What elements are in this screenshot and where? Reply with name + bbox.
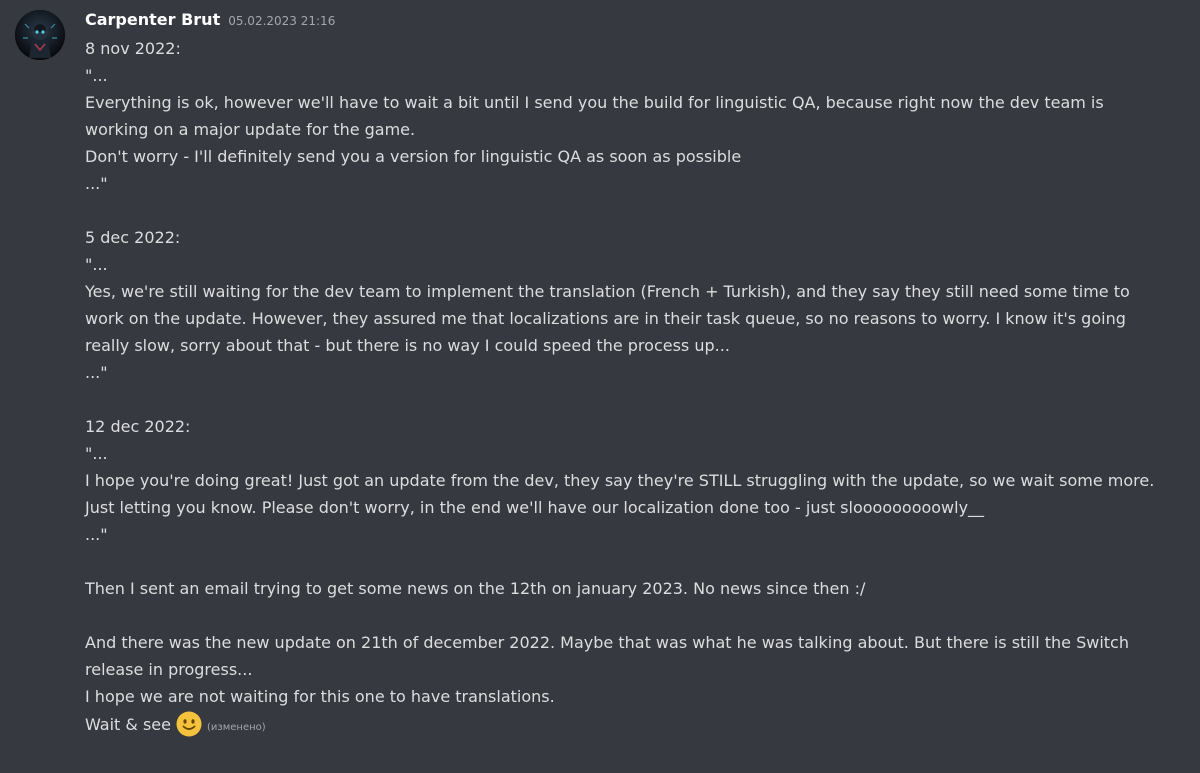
message-line: Wait & see (85, 715, 171, 734)
message-line: 12 dec 2022: (85, 417, 191, 436)
message-line: ..." (85, 525, 108, 544)
message-line: Don't worry - I'll definitely send you a… (85, 147, 742, 166)
message-line: 5 dec 2022: (85, 228, 181, 247)
message-line: ..." (85, 363, 108, 382)
message-line: "... (85, 444, 108, 463)
message-line: I hope we are not waiting for this one t… (85, 687, 555, 706)
message-line: Just letting you know. Please don't worr… (85, 498, 985, 517)
chat-message: Carpenter Brut 05.02.2023 21:16 8 nov 20… (0, 0, 1200, 773)
edited-label[interactable]: (изменено) (207, 722, 266, 733)
username[interactable]: Carpenter Brut (85, 10, 220, 29)
message-line: I hope you're doing great! Just got an u… (85, 471, 1155, 490)
message-line: Yes, we're still waiting for the dev tea… (85, 282, 1135, 355)
message-content: 8 nov 2022: "... Everything is ok, howev… (85, 35, 1155, 741)
message-line: "... (85, 66, 108, 85)
message-line: And there was the new update on 21th of … (85, 633, 1135, 679)
message-line: 8 nov 2022: (85, 39, 181, 58)
message-header: Carpenter Brut 05.02.2023 21:16 (85, 10, 335, 34)
avatar[interactable] (15, 10, 65, 60)
message-line: "... (85, 255, 108, 274)
avatar-image (15, 10, 65, 60)
message-line: Then I sent an email trying to get some … (85, 579, 866, 598)
slightly-smiling-face-icon[interactable] (175, 710, 203, 738)
message-last-line: Wait & see (изменено) (85, 710, 1155, 741)
timestamp[interactable]: 05.02.2023 21:16 (228, 14, 335, 28)
message-line: ..." (85, 174, 108, 193)
message-line: Everything is ok, however we'll have to … (85, 93, 1109, 139)
